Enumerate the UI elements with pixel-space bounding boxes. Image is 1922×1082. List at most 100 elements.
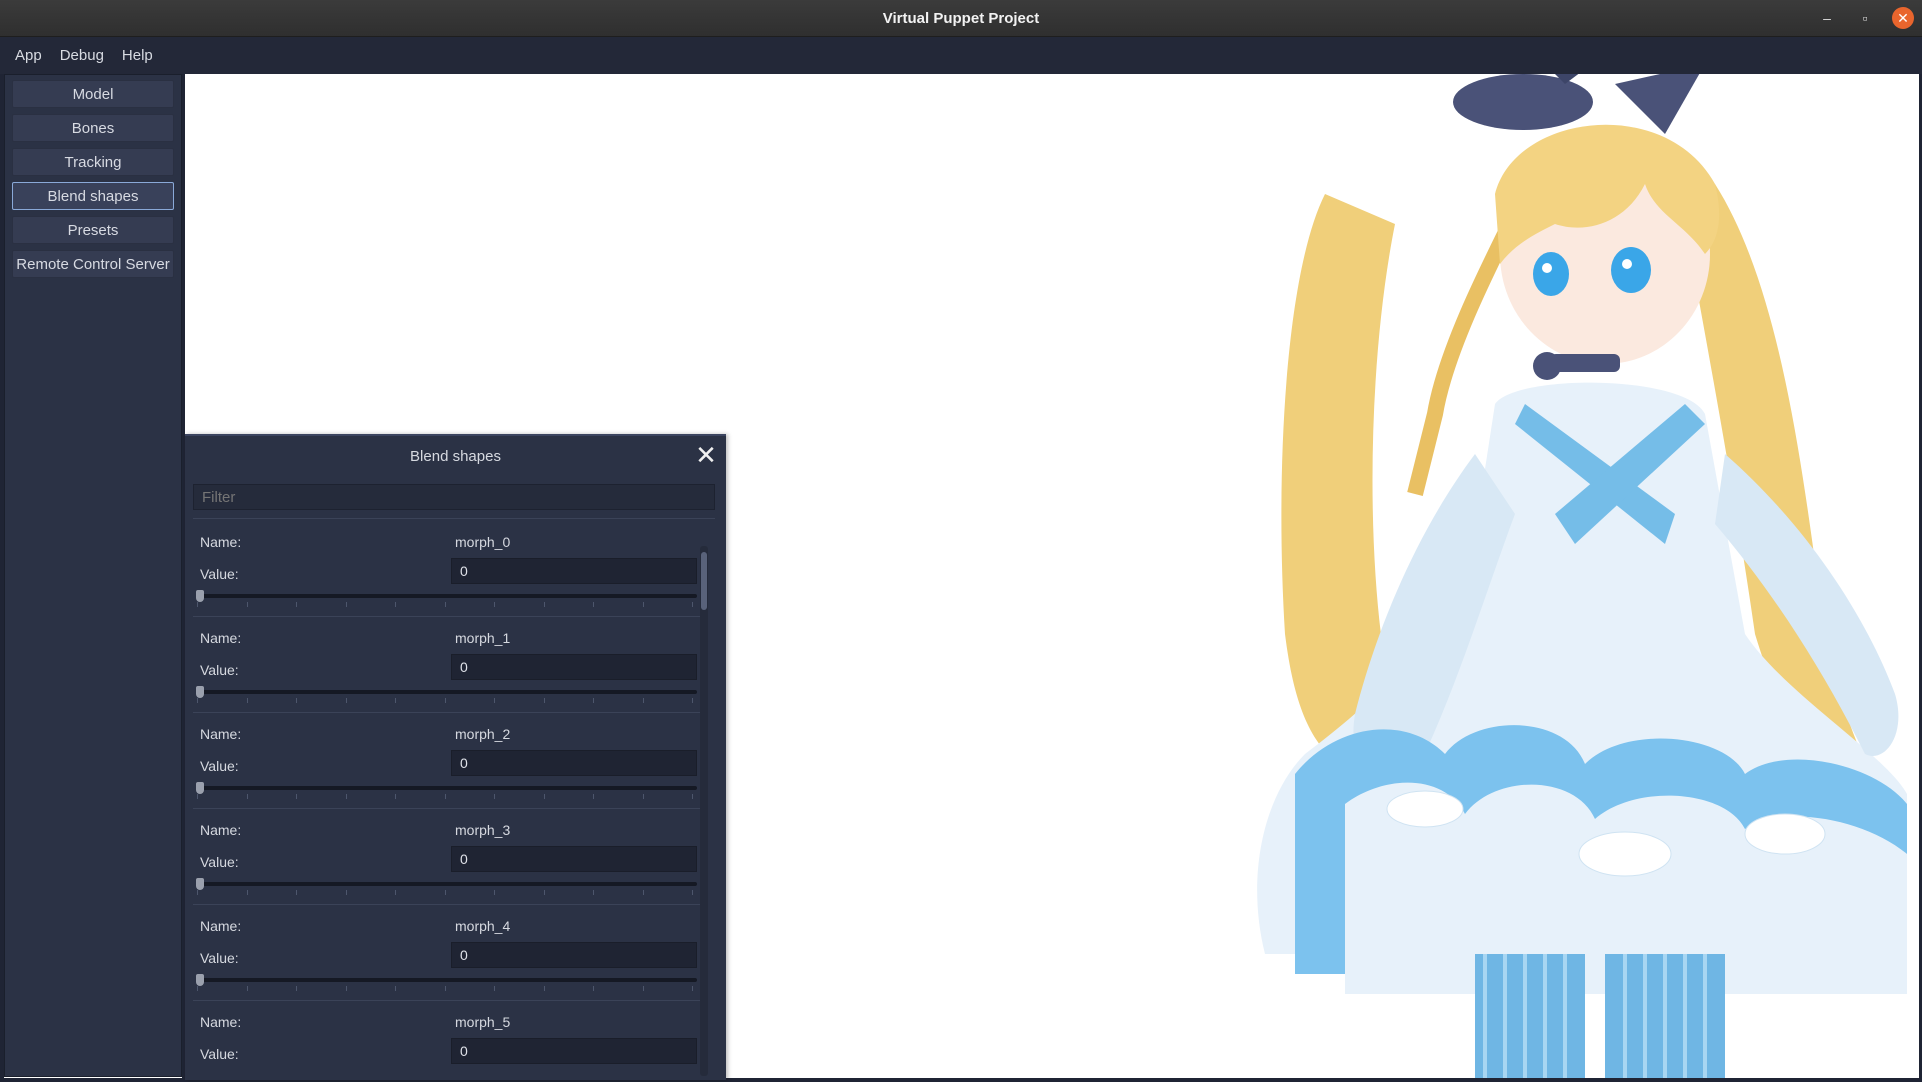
value-slider[interactable] — [197, 594, 697, 598]
slider-grabber[interactable] — [196, 974, 204, 986]
maximize-button[interactable]: ▫ — [1854, 7, 1876, 29]
minimize-button[interactable]: – — [1816, 7, 1838, 29]
slider-tick — [345, 698, 347, 703]
sidebar-item-blend-shapes[interactable]: Blend shapes — [12, 182, 174, 210]
value-field[interactable]: 0 — [451, 654, 697, 680]
morph-name: morph_0 — [455, 534, 511, 550]
blend-shape-entry: Name: morph_0 Value: 0 — [193, 526, 703, 622]
value-field[interactable]: 0 — [451, 750, 697, 776]
slider-tick — [543, 698, 545, 703]
slider-tick — [246, 602, 248, 607]
slider-tick — [593, 890, 594, 895]
title-bar: Virtual Puppet Project – ▫ ✕ — [0, 0, 1922, 37]
sidebar-item-model[interactable]: Model — [12, 80, 174, 108]
slider-tick — [395, 602, 396, 607]
slider-tick — [197, 794, 198, 799]
slider-tick — [593, 698, 594, 703]
morph-name: morph_1 — [455, 630, 511, 646]
name-label: Name: — [200, 726, 242, 742]
slider-tick — [296, 794, 297, 799]
morph-name: morph_4 — [455, 918, 511, 934]
blend-shape-list: Name: morph_0 Value: 0 Name: morph_1 Val… — [193, 526, 703, 1080]
menu-app[interactable]: App — [6, 47, 51, 64]
close-window-button[interactable]: ✕ — [1892, 7, 1914, 29]
slider-grabber[interactable] — [196, 782, 204, 794]
slider-tick — [642, 602, 644, 607]
slider-ticks — [197, 794, 697, 800]
slider-grabber[interactable] — [196, 590, 204, 602]
menu-help[interactable]: Help — [113, 47, 162, 64]
filter-input[interactable] — [193, 484, 715, 510]
slider-tick — [246, 794, 248, 799]
slider-tick — [494, 890, 495, 895]
slider-grabber[interactable] — [196, 686, 204, 698]
slider-tick — [444, 698, 446, 703]
slider-tick — [197, 890, 198, 895]
slider-ticks — [197, 986, 697, 992]
sidebar: Model Bones Tracking Blend shapes Preset… — [4, 74, 182, 1077]
slider-tick — [246, 698, 248, 703]
slider-tick — [642, 986, 644, 991]
slider-tick — [395, 698, 396, 703]
value-field[interactable]: 0 — [451, 846, 697, 872]
value-label: Value: — [200, 758, 239, 774]
scrollbar-thumb[interactable] — [701, 552, 707, 610]
divider — [193, 904, 703, 905]
slider-tick — [642, 890, 644, 895]
value-label: Value: — [200, 662, 239, 678]
blend-shape-entry: Name: morph_1 Value: 0 — [193, 622, 703, 718]
slider-tick — [197, 602, 198, 607]
divider — [193, 518, 715, 519]
name-label: Name: — [200, 630, 242, 646]
value-field[interactable]: 0 — [451, 1038, 697, 1064]
menu-bar: App Debug Help — [0, 37, 1922, 74]
name-label: Name: — [200, 822, 242, 838]
blend-shape-entry: Name: morph_2 Value: 0 — [193, 718, 703, 814]
value-slider[interactable] — [197, 786, 697, 790]
panel-title: Blend shapes — [410, 447, 501, 465]
sidebar-item-bones[interactable]: Bones — [12, 114, 174, 142]
sidebar-item-presets[interactable]: Presets — [12, 216, 174, 244]
slider-tick — [543, 986, 545, 991]
menu-debug[interactable]: Debug — [51, 47, 113, 64]
slider-tick — [395, 986, 396, 991]
window-controls: – ▫ ✕ — [1816, 0, 1914, 36]
sidebar-item-remote-control-server[interactable]: Remote Control Server — [12, 250, 174, 278]
close-icon[interactable]: ✕ — [694, 442, 718, 468]
morph-name: morph_3 — [455, 822, 511, 838]
blend-shape-entry: Name: morph_5 Value: 0 — [193, 1006, 703, 1080]
blend-shape-entry: Name: morph_3 Value: 0 — [193, 814, 703, 910]
panel-scrollbar[interactable] — [700, 546, 708, 1076]
slider-tick — [494, 602, 495, 607]
slider-tick — [494, 698, 495, 703]
value-label: Value: — [200, 566, 239, 582]
value-label: Value: — [200, 854, 239, 870]
slider-tick — [296, 602, 297, 607]
slider-tick — [543, 890, 545, 895]
slider-tick — [197, 986, 198, 991]
name-label: Name: — [200, 534, 242, 550]
divider — [193, 712, 703, 713]
slider-tick — [345, 890, 347, 895]
divider — [193, 616, 703, 617]
slider-tick — [642, 794, 644, 799]
value-field[interactable]: 0 — [451, 558, 697, 584]
name-label: Name: — [200, 1014, 242, 1030]
name-label: Name: — [200, 918, 242, 934]
sidebar-item-tracking[interactable]: Tracking — [12, 148, 174, 176]
value-slider[interactable] — [197, 978, 697, 982]
value-slider[interactable] — [197, 882, 697, 886]
slider-tick — [395, 890, 396, 895]
morph-name: morph_2 — [455, 726, 511, 742]
value-field[interactable]: 0 — [451, 942, 697, 968]
slider-tick — [345, 986, 347, 991]
slider-tick — [444, 602, 446, 607]
slider-tick — [345, 602, 347, 607]
morph-name: morph_5 — [455, 1014, 511, 1030]
slider-tick — [296, 986, 297, 991]
slider-tick — [246, 986, 248, 991]
slider-grabber[interactable] — [196, 878, 204, 890]
slider-tick — [296, 890, 297, 895]
slider-tick — [692, 602, 693, 607]
value-slider[interactable] — [197, 690, 697, 694]
